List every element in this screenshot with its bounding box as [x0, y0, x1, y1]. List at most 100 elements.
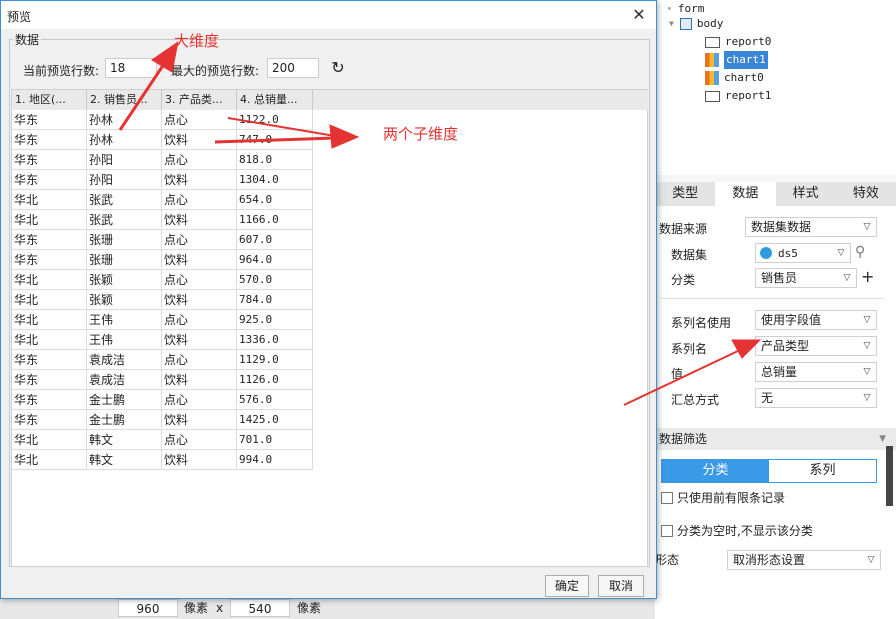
- table-cell[interactable]: 1122.0: [237, 110, 313, 130]
- table-cell[interactable]: 华东: [12, 230, 87, 250]
- tree-item-chart0[interactable]: chart0: [705, 69, 764, 87]
- table-cell[interactable]: 金士鹏: [87, 390, 162, 410]
- cancel-button[interactable]: 取消: [598, 575, 644, 597]
- table-cell[interactable]: 华东: [12, 350, 87, 370]
- table-cell[interactable]: 华北: [12, 330, 87, 350]
- table-row[interactable]: 华东 金士鹏 点心 576.0: [12, 390, 313, 410]
- table-cell[interactable]: 1336.0: [237, 330, 313, 350]
- table-cell[interactable]: 韩文: [87, 430, 162, 450]
- filter-section-header[interactable]: 数据筛选 ▼: [655, 428, 896, 450]
- table-cell[interactable]: 王伟: [87, 310, 162, 330]
- tree-item-report1[interactable]: report1: [705, 87, 771, 105]
- table-cell[interactable]: 华东: [12, 410, 87, 430]
- add-icon[interactable]: +: [861, 268, 874, 286]
- table-row[interactable]: 华东 张珊 饮料 964.0: [12, 250, 313, 270]
- shape-select[interactable]: 取消形态设置 ▽: [727, 550, 881, 570]
- value-select[interactable]: 总销量 ▽: [755, 362, 877, 382]
- table-cell[interactable]: 华北: [12, 430, 87, 450]
- max-rows-input[interactable]: 200: [267, 58, 319, 78]
- table-cell[interactable]: 饮料: [162, 210, 237, 230]
- table-cell[interactable]: 华北: [12, 310, 87, 330]
- table-row[interactable]: 华东 金士鹏 饮料 1425.0: [12, 410, 313, 430]
- table-row[interactable]: 华北 张颖 饮料 784.0: [12, 290, 313, 310]
- table-row[interactable]: 华北 张武 点心 654.0: [12, 190, 313, 210]
- collapse-icon[interactable]: ▼: [879, 428, 886, 450]
- hide-empty-checkbox[interactable]: 分类为空时,不显示该分类: [661, 522, 813, 539]
- search-icon[interactable]: ⚲: [855, 243, 865, 261]
- table-cell[interactable]: 华东: [12, 250, 87, 270]
- table-row[interactable]: 华北 王伟 点心 925.0: [12, 310, 313, 330]
- table-cell[interactable]: 华东: [12, 170, 87, 190]
- table-cell[interactable]: 饮料: [162, 130, 237, 150]
- checkbox-box[interactable]: [661, 524, 673, 537]
- table-row[interactable]: 华北 张武 饮料 1166.0: [12, 210, 313, 230]
- table-cell[interactable]: 饮料: [162, 330, 237, 350]
- table-row[interactable]: 华东 张珊 点心 607.0: [12, 230, 313, 250]
- table-cell[interactable]: 饮料: [162, 450, 237, 470]
- column-header[interactable]: 4. 总销量...: [237, 90, 313, 110]
- table-cell[interactable]: 点心: [162, 270, 237, 290]
- table-row[interactable]: 华东 孙林 点心 1122.0: [12, 110, 313, 130]
- current-rows-input[interactable]: 18: [105, 58, 157, 78]
- table-row[interactable]: 华东 孙林 饮料 747.0: [12, 130, 313, 150]
- table-cell[interactable]: 孙阳: [87, 150, 162, 170]
- series-name-select[interactable]: 产品类型 ▽: [755, 336, 877, 356]
- table-cell[interactable]: 701.0: [237, 430, 313, 450]
- table-cell[interactable]: 607.0: [237, 230, 313, 250]
- table-cell[interactable]: 袁成洁: [87, 350, 162, 370]
- table-cell[interactable]: 张颖: [87, 270, 162, 290]
- column-header[interactable]: 2. 销售员...: [87, 90, 162, 110]
- table-row[interactable]: 华北 张颖 点心 570.0: [12, 270, 313, 290]
- table-cell[interactable]: 华北: [12, 210, 87, 230]
- table-cell[interactable]: 孙林: [87, 130, 162, 150]
- table-row[interactable]: 华北 韩文 点心 701.0: [12, 430, 313, 450]
- data-source-select[interactable]: 数据集数据 ▽: [745, 217, 877, 237]
- table-cell[interactable]: 饮料: [162, 250, 237, 270]
- table-cell[interactable]: 孙阳: [87, 170, 162, 190]
- table-row[interactable]: 华东 袁成洁 点心 1129.0: [12, 350, 313, 370]
- table-cell[interactable]: 点心: [162, 430, 237, 450]
- limit-records-checkbox[interactable]: 只使用前有限条记录: [661, 489, 785, 506]
- table-cell[interactable]: 点心: [162, 230, 237, 250]
- table-cell[interactable]: 孙林: [87, 110, 162, 130]
- width-input[interactable]: 960: [118, 599, 178, 617]
- table-cell[interactable]: 576.0: [237, 390, 313, 410]
- table-cell[interactable]: 华东: [12, 150, 87, 170]
- table-cell[interactable]: 华东: [12, 370, 87, 390]
- tab-type[interactable]: 类型: [655, 182, 715, 206]
- table-cell[interactable]: 点心: [162, 110, 237, 130]
- table-cell[interactable]: 袁成洁: [87, 370, 162, 390]
- segment-category[interactable]: 分类: [662, 460, 769, 482]
- table-cell[interactable]: 张珊: [87, 250, 162, 270]
- scrollbar[interactable]: [886, 446, 893, 506]
- table-cell[interactable]: 华东: [12, 130, 87, 150]
- segment-series[interactable]: 系列: [769, 460, 876, 482]
- height-input[interactable]: 540: [230, 599, 290, 617]
- table-cell[interactable]: 华东: [12, 110, 87, 130]
- series-name-use-select[interactable]: 使用字段值 ▽: [755, 310, 877, 330]
- table-cell[interactable]: 1126.0: [237, 370, 313, 390]
- tab-data[interactable]: 数据: [715, 182, 776, 206]
- table-cell[interactable]: 张武: [87, 190, 162, 210]
- table-cell[interactable]: 饮料: [162, 370, 237, 390]
- table-row[interactable]: 华东 袁成洁 饮料 1126.0: [12, 370, 313, 390]
- table-cell[interactable]: 747.0: [237, 130, 313, 150]
- column-header[interactable]: 3. 产品类...: [162, 90, 237, 110]
- table-cell[interactable]: 王伟: [87, 330, 162, 350]
- table-row[interactable]: 华东 孙阳 点心 818.0: [12, 150, 313, 170]
- table-cell[interactable]: 张珊: [87, 230, 162, 250]
- table-cell[interactable]: 994.0: [237, 450, 313, 470]
- table-cell[interactable]: 1304.0: [237, 170, 313, 190]
- dataset-select[interactable]: ds5 ▽: [755, 243, 851, 263]
- table-cell[interactable]: 925.0: [237, 310, 313, 330]
- table-cell[interactable]: 1129.0: [237, 350, 313, 370]
- table-cell[interactable]: 韩文: [87, 450, 162, 470]
- table-cell[interactable]: 1425.0: [237, 410, 313, 430]
- tree-item-body[interactable]: ▼ body: [669, 15, 723, 33]
- table-cell[interactable]: 饮料: [162, 170, 237, 190]
- tab-style[interactable]: 样式: [776, 182, 836, 206]
- checkbox-box[interactable]: [661, 491, 673, 504]
- table-cell[interactable]: 张颖: [87, 290, 162, 310]
- table-cell[interactable]: 饮料: [162, 410, 237, 430]
- table-row[interactable]: 华北 韩文 饮料 994.0: [12, 450, 313, 470]
